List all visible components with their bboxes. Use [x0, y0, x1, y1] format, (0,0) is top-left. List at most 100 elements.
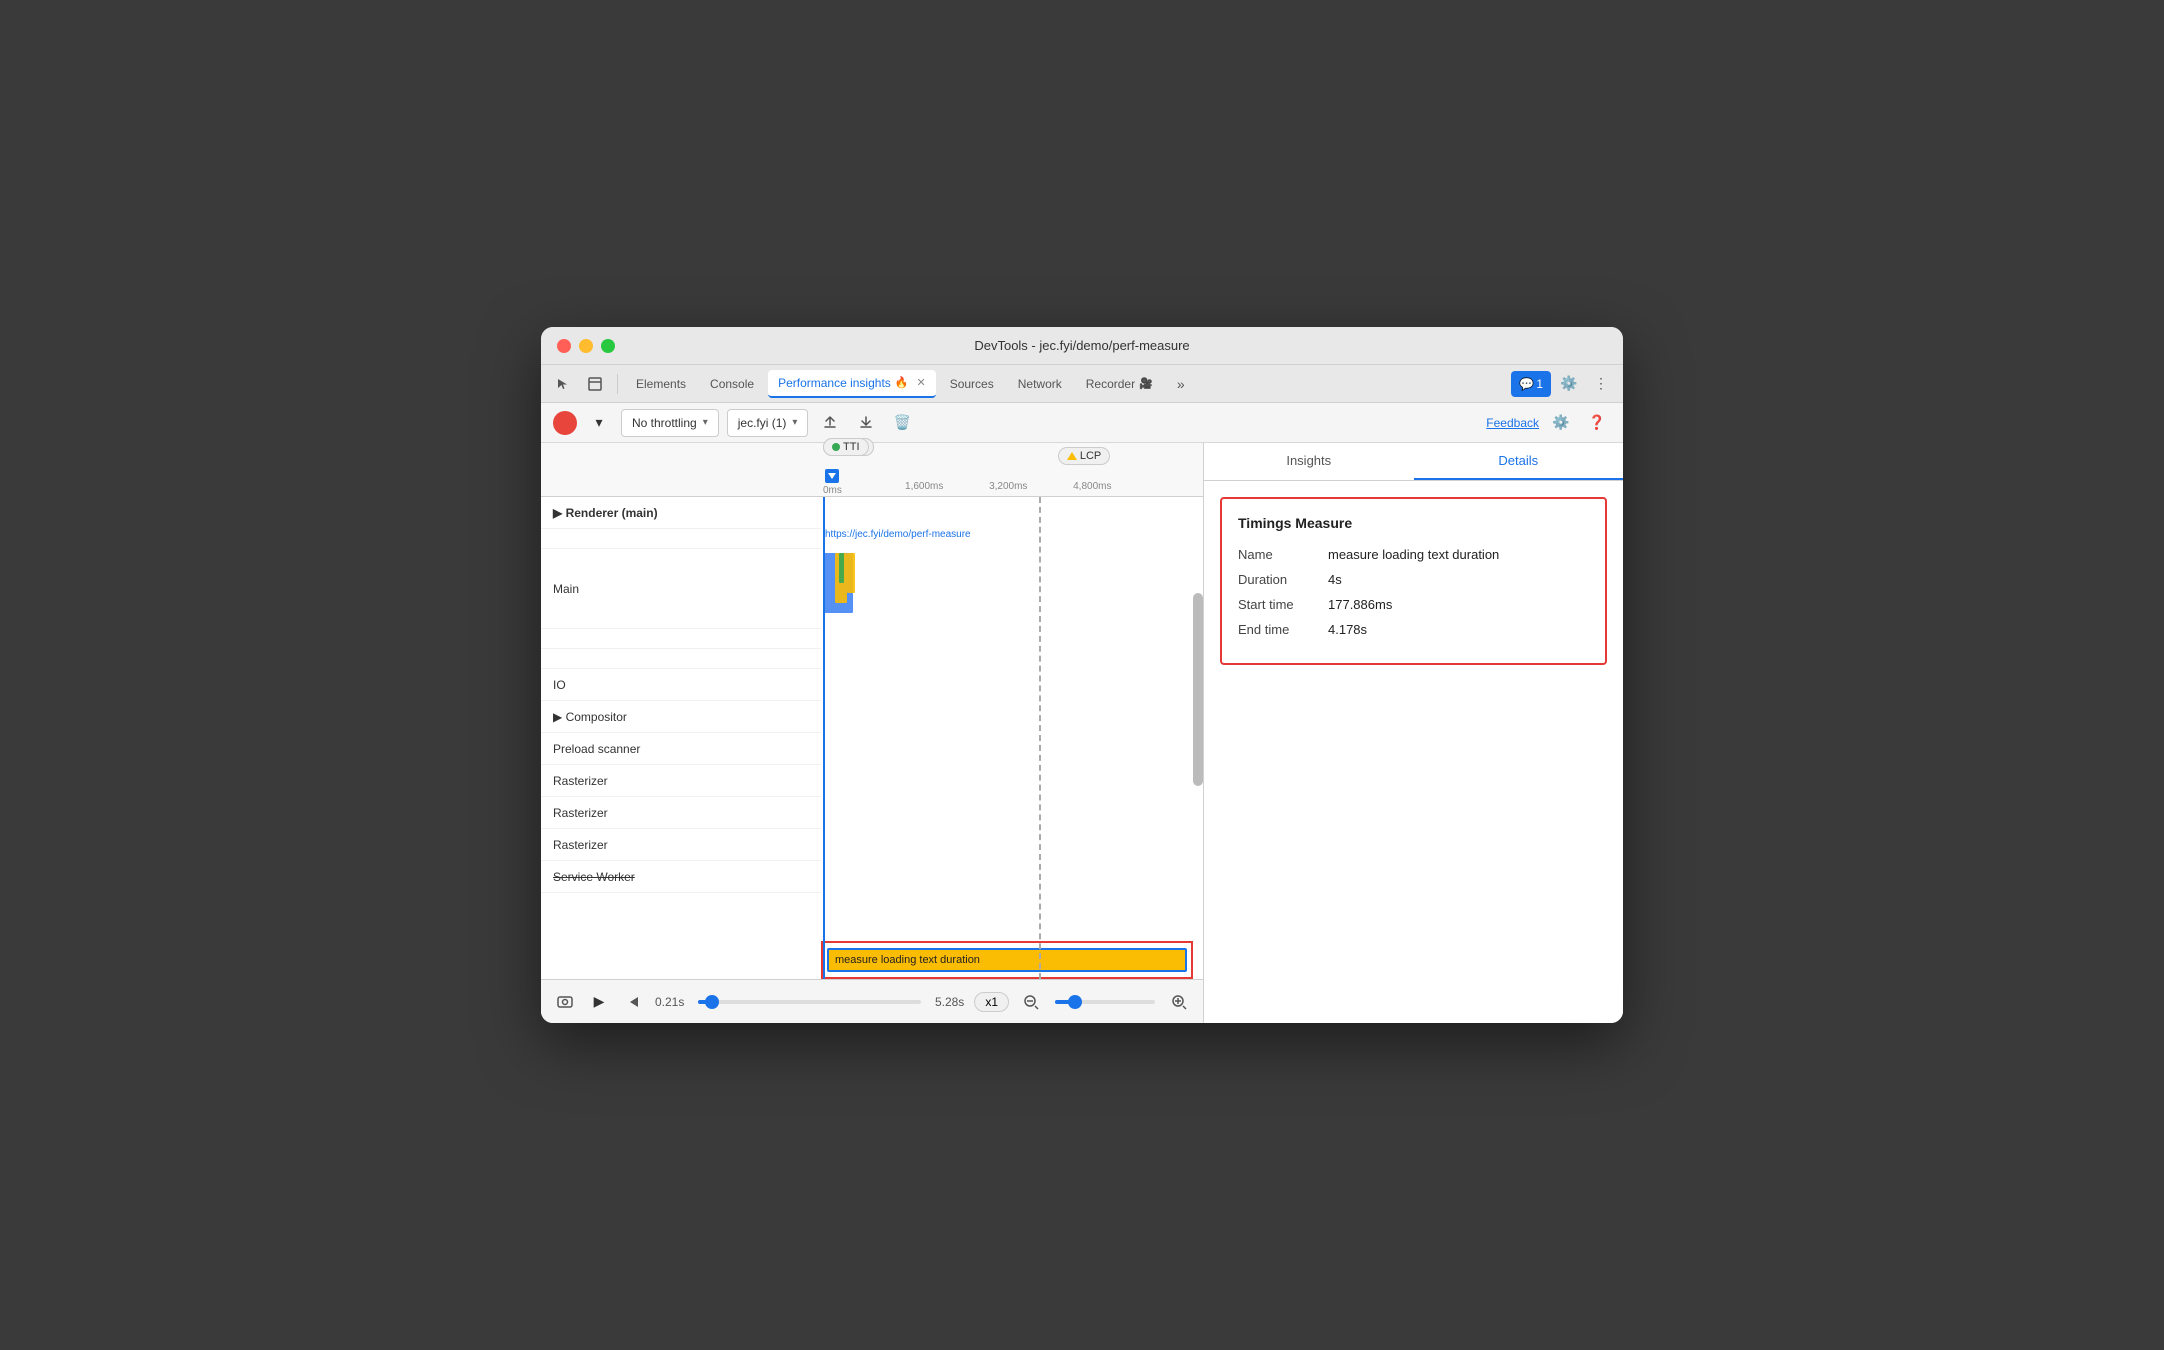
timeline-column: 0ms 1,600ms 3,200ms 4,800ms: [541, 443, 1203, 1023]
track-rasterizer1: Rasterizer: [541, 765, 821, 797]
details-label-end: End time: [1238, 622, 1328, 637]
ruler-ticks: 0ms 1,600ms 3,200ms 4,800ms: [821, 443, 1203, 496]
skip-to-start-icon[interactable]: [621, 990, 645, 1014]
minimize-button[interactable]: [579, 339, 593, 353]
feedback-link[interactable]: Feedback: [1486, 416, 1539, 430]
tab-close-icon[interactable]: ✕: [916, 376, 925, 389]
ruler-mark-4800: 4,800ms: [1073, 481, 1111, 492]
toolbar: ▾ No throttling ▾ jec.fyi (1) ▾ 🗑️ Feedb…: [541, 403, 1623, 443]
scroll-handle[interactable]: [1193, 593, 1203, 786]
tab-console[interactable]: Console: [700, 370, 764, 398]
tracks-visual: https://jec.fyi/demo/perf-measure measur…: [821, 497, 1203, 979]
start-time-label: 0.21s: [655, 995, 684, 1009]
close-button[interactable]: [557, 339, 571, 353]
rasterizer3-label: Rasterizer: [541, 838, 821, 852]
tab-bar: Elements Console Performance insights 🔥 …: [541, 365, 1623, 403]
details-value-duration: 4s: [1328, 572, 1342, 587]
tab-network[interactable]: Network: [1008, 370, 1072, 398]
dropdown-arrow-icon2: ▾: [792, 417, 797, 428]
preload-label: Preload scanner: [541, 742, 821, 756]
track-labels: ▶ Renderer (main) Main IO: [541, 497, 821, 979]
details-value-start: 177.886ms: [1328, 597, 1392, 612]
track-renderer-main: ▶ Renderer (main): [541, 497, 821, 529]
service-worker-label: Service Worker: [541, 870, 821, 884]
tab-separator: [617, 374, 618, 394]
upload-icon[interactable]: [816, 409, 844, 437]
details-row-end: End time 4.178s: [1238, 622, 1589, 637]
ruler-mark-0: 0ms: [823, 485, 842, 496]
track-rasterizer3: Rasterizer: [541, 829, 821, 861]
maximize-button[interactable]: [601, 339, 615, 353]
right-panel: Insights Details Timings Measure Name me…: [1203, 443, 1623, 1023]
details-value-name: measure loading text duration: [1328, 547, 1499, 562]
download-icon[interactable]: [852, 409, 880, 437]
window-title: DevTools - jec.fyi/demo/perf-measure: [974, 338, 1189, 353]
throttling-dropdown[interactable]: No throttling ▾: [621, 409, 719, 437]
dock-icon[interactable]: [581, 370, 609, 398]
playback-bar: ▶ 0.21s 5.28s x1: [541, 979, 1203, 1023]
details-label-start: Start time: [1238, 597, 1328, 612]
record-button[interactable]: [553, 411, 577, 435]
ruler-label-spacer: [541, 443, 821, 496]
zoom-out-icon[interactable]: [1019, 990, 1043, 1014]
playhead-line: [823, 497, 825, 979]
dropdown-arrow-icon: ▾: [703, 417, 708, 428]
screenshot-toggle-icon[interactable]: [553, 990, 577, 1014]
devtools-window: DevTools - jec.fyi/demo/perf-measure Ele…: [541, 327, 1623, 1023]
main-label: Main: [541, 582, 821, 596]
track-io: IO: [541, 669, 821, 701]
lcp-line: [1039, 497, 1041, 979]
flame-bar-main4: [839, 553, 844, 583]
track-main: Main: [541, 549, 821, 629]
cursor-icon[interactable]: [549, 370, 577, 398]
track-spacer1: [541, 629, 821, 649]
settings-icon[interactable]: ⚙️: [1555, 370, 1583, 398]
tab-selector-dropdown[interactable]: jec.fyi (1) ▾: [727, 409, 809, 437]
zoom-in-icon[interactable]: [1167, 990, 1191, 1014]
zoom-thumb[interactable]: [1068, 995, 1082, 1009]
zoom-slider[interactable]: [1055, 1000, 1155, 1004]
main-area: 0ms 1,600ms 3,200ms 4,800ms: [541, 443, 1623, 1023]
rasterizer2-label: Rasterizer: [541, 806, 821, 820]
track-service-worker: Service Worker: [541, 861, 821, 893]
ruler-section: 0ms 1,600ms 3,200ms 4,800ms: [541, 443, 1203, 497]
ruler-mark-1600: 1,600ms: [905, 481, 943, 492]
tti-dot: [832, 443, 840, 451]
ruler-mark-3200: 3,200ms: [989, 481, 1027, 492]
right-panel-tabs: Insights Details: [1204, 443, 1623, 481]
toolbar-settings-icon[interactable]: ⚙️: [1547, 409, 1575, 437]
details-card: Timings Measure Name measure loading tex…: [1220, 497, 1607, 665]
track-preload: Preload scanner: [541, 733, 821, 765]
help-icon[interactable]: ❓: [1583, 409, 1611, 437]
tab-sources[interactable]: Sources: [940, 370, 1004, 398]
compositor-label: ▶ Compositor: [541, 710, 821, 724]
tab-recorder[interactable]: Recorder 🎥: [1076, 370, 1163, 398]
lcp-triangle-icon: [1067, 452, 1077, 460]
record-arrow-icon[interactable]: ▾: [585, 409, 613, 437]
details-row-name: Name measure loading text duration: [1238, 547, 1589, 562]
traffic-lights: [557, 339, 615, 353]
play-button[interactable]: ▶: [587, 990, 611, 1014]
tab-insights[interactable]: Insights: [1204, 443, 1414, 480]
track-spacer2: [541, 649, 821, 669]
lcp-marker[interactable]: LCP: [1058, 447, 1110, 465]
more-options-icon[interactable]: ⋮: [1587, 370, 1615, 398]
timeline-url: https://jec.fyi/demo/perf-measure: [825, 529, 971, 540]
scrubber-thumb[interactable]: [705, 995, 719, 1009]
details-label-name: Name: [1238, 547, 1328, 562]
tti-marker[interactable]: TTI: [823, 438, 869, 456]
chat-badge-button[interactable]: 💬 1: [1511, 371, 1551, 397]
timing-bar[interactable]: measure loading text duration: [827, 948, 1187, 972]
delete-icon[interactable]: 🗑️: [888, 409, 916, 437]
details-card-title: Timings Measure: [1238, 515, 1589, 531]
tab-performance-insights[interactable]: Performance insights 🔥 ✕: [768, 370, 936, 398]
tab-elements[interactable]: Elements: [626, 370, 696, 398]
title-bar: DevTools - jec.fyi/demo/perf-measure: [541, 327, 1623, 365]
timeline-scrubber[interactable]: [698, 1000, 921, 1004]
details-label-duration: Duration: [1238, 572, 1328, 587]
tab-details[interactable]: Details: [1414, 443, 1624, 480]
end-time-label: 5.28s: [935, 995, 964, 1009]
timings-row: measure loading text duration: [821, 941, 1193, 979]
details-row-duration: Duration 4s: [1238, 572, 1589, 587]
more-tabs-icon[interactable]: »: [1167, 370, 1195, 398]
